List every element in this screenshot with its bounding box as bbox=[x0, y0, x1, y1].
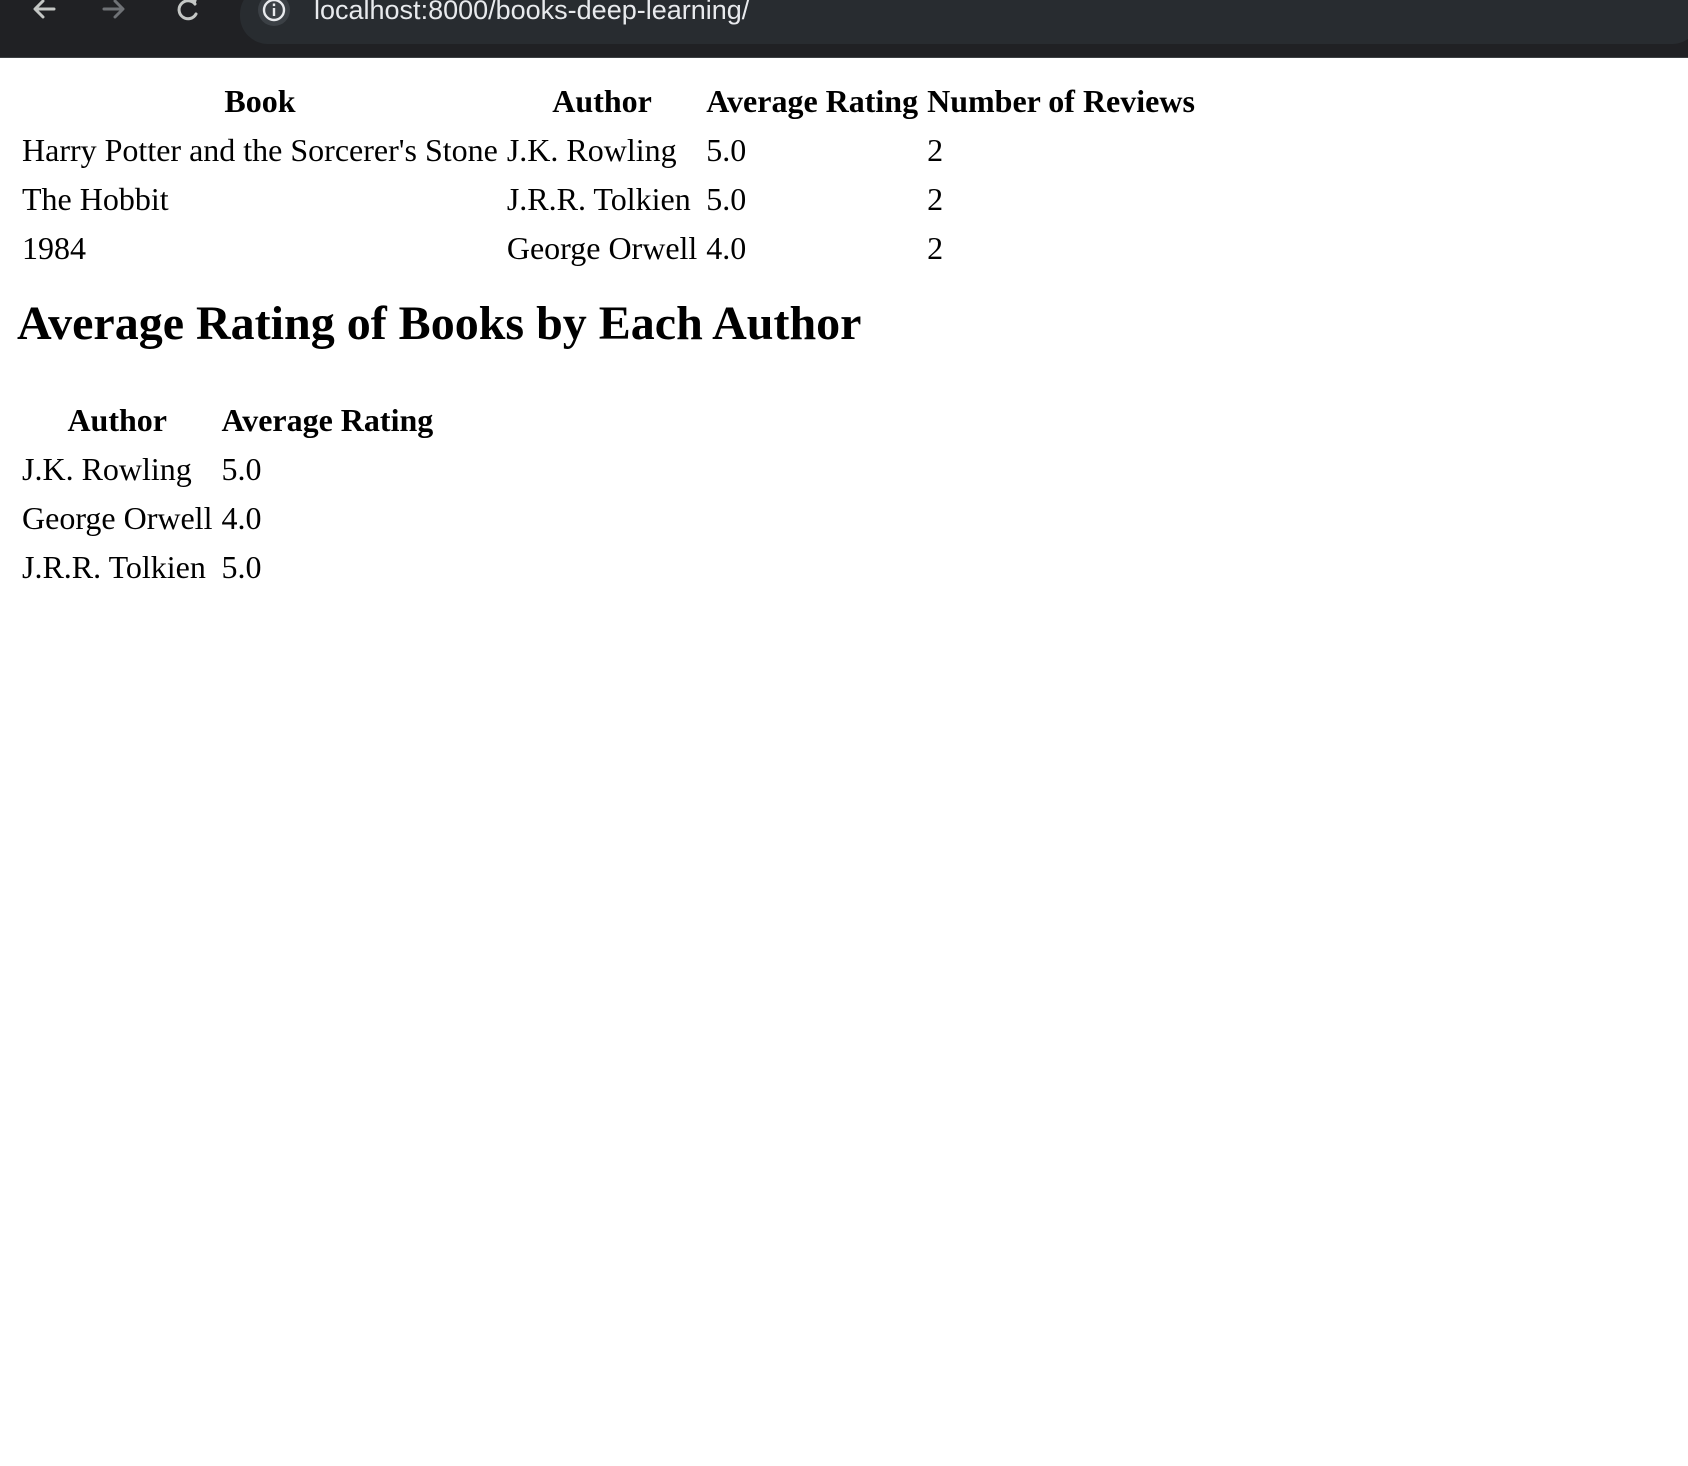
average-rating-cell: 4.0 bbox=[706, 230, 747, 266]
average-rating-cell: 5.0 bbox=[706, 132, 747, 168]
average-rating-cell: 5.0 bbox=[221, 549, 262, 585]
author-cell: J.R.R. Tolkien bbox=[22, 549, 206, 585]
table-header-row: Author Average Rating bbox=[21, 399, 434, 441]
table-header-row: Book Author Average Rating Number of Rev… bbox=[21, 80, 1196, 122]
reload-button[interactable] bbox=[170, 0, 206, 24]
table-row: J.K. Rowling 5.0 bbox=[21, 448, 434, 490]
average-rating-cell: 5.0 bbox=[221, 451, 262, 487]
author-cell: George Orwell bbox=[22, 500, 213, 536]
arrow-left-icon bbox=[30, 0, 58, 26]
book-title-cell: The Hobbit bbox=[22, 181, 169, 217]
forward-button[interactable] bbox=[96, 0, 132, 24]
author-cell: J.K. Rowling bbox=[22, 451, 192, 487]
authors-table: Author Average Rating J.K. Rowling 5.0 G… bbox=[14, 392, 441, 595]
browser-toolbar: localhost:8000/books-deep-learning/ bbox=[0, 0, 1688, 58]
table-row: Harry Potter and the Sorcerer's Stone J.… bbox=[21, 129, 1196, 171]
book-title-cell: 1984 bbox=[22, 230, 86, 266]
author-cell: George Orwell bbox=[506, 230, 698, 266]
table-row: J.R.R. Tolkien 5.0 bbox=[21, 546, 434, 588]
reload-icon bbox=[174, 0, 202, 26]
column-header-author: Author bbox=[552, 83, 652, 119]
review-count-cell: 2 bbox=[927, 181, 944, 217]
table-row: George Orwell 4.0 bbox=[21, 497, 434, 539]
section-heading: Average Rating of Books by Each Author bbox=[17, 297, 862, 350]
author-cell: J.R.R. Tolkien bbox=[506, 181, 691, 217]
average-rating-cell: 5.0 bbox=[706, 181, 747, 217]
author-cell: J.K. Rowling bbox=[506, 132, 677, 168]
column-header-number-of-reviews: Number of Reviews bbox=[927, 83, 1195, 119]
book-title-cell: Harry Potter and the Sorcerer's Stone bbox=[22, 132, 498, 168]
url-text[interactable]: localhost:8000/books-deep-learning/ bbox=[314, 0, 749, 26]
review-count-cell: 2 bbox=[927, 230, 944, 266]
arrow-right-icon bbox=[100, 0, 128, 26]
column-header-book: Book bbox=[224, 83, 296, 119]
column-header-average-rating: Average Rating bbox=[221, 402, 434, 438]
average-rating-cell: 4.0 bbox=[221, 500, 262, 536]
column-header-author: Author bbox=[67, 402, 167, 438]
column-header-average-rating: Average Rating bbox=[706, 83, 919, 119]
table-row: 1984 George Orwell 4.0 2 bbox=[21, 227, 1196, 269]
info-icon[interactable] bbox=[258, 0, 290, 26]
table-row: The Hobbit J.R.R. Tolkien 5.0 2 bbox=[21, 178, 1196, 220]
back-button[interactable] bbox=[26, 0, 62, 24]
books-table: Book Author Average Rating Number of Rev… bbox=[14, 73, 1203, 276]
review-count-cell: 2 bbox=[927, 132, 944, 168]
